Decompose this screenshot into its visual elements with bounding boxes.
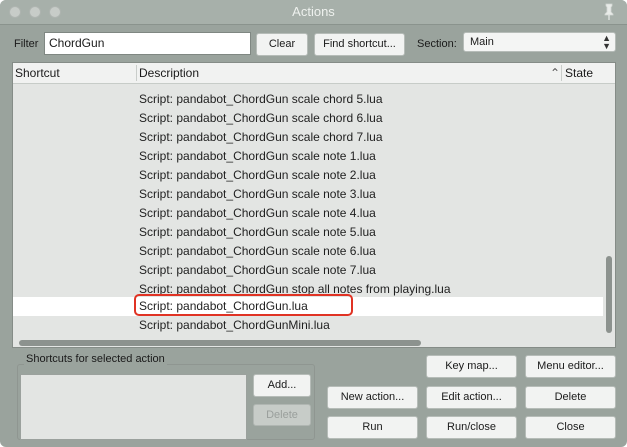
list-item-label: Script: pandabot_ChordGun scale chord 7.… — [139, 130, 383, 144]
list-item-label: Script: pandabot_ChordGun scale chord 5.… — [139, 92, 383, 106]
edit-action-button[interactable]: Edit action... — [426, 386, 517, 409]
section-label: Section: — [417, 38, 457, 50]
filter-input[interactable]: ChordGun — [44, 32, 251, 55]
sort-ascending-icon: ⌃ — [550, 66, 561, 80]
run-close-button[interactable]: Run/close — [426, 416, 517, 439]
chevron-updown-icon: ▲ ▼ — [602, 33, 611, 51]
list-item[interactable]: Script: pandabot_ChordGun scale chord 7.… — [13, 128, 603, 147]
menu-editor-button[interactable]: Menu editor... — [525, 355, 616, 378]
list-item-label: Script: pandabot_ChordGun scale note 7.l… — [139, 263, 376, 277]
section-select-value: Main — [470, 36, 494, 48]
list-item[interactable]: Script: pandabot_ChordGun scale note 2.l… — [13, 166, 603, 185]
add-shortcut-button[interactable]: Add... — [253, 374, 311, 397]
vertical-scrollbar[interactable] — [606, 256, 612, 333]
list-item-label: Script: pandabot_ChordGun scale note 3.l… — [139, 187, 376, 201]
titlebar: Actions — [0, 0, 627, 25]
list-header: Shortcut Description ⌃ State — [13, 63, 615, 84]
delete-action-button[interactable]: Delete — [525, 386, 616, 409]
shortcut-list[interactable] — [20, 374, 247, 440]
run-button[interactable]: Run — [327, 416, 418, 439]
list-item[interactable]: Script: pandabot_ChordGun scale chord 6.… — [13, 109, 603, 128]
list-item-label: Script: pandabot_ChordGun scale note 5.l… — [139, 225, 376, 239]
list-item[interactable]: Script: pandabot_ChordGunMini.lua — [13, 316, 603, 335]
list-item[interactable]: Script: pandabot_ChordGun scale note 6.l… — [13, 242, 603, 261]
column-shortcut[interactable]: Shortcut — [15, 66, 60, 80]
key-map-button[interactable]: Key map... — [426, 355, 517, 378]
column-divider[interactable] — [136, 65, 137, 81]
list-item-label: Script: pandabot_ChordGunMini.lua — [139, 318, 330, 332]
new-action-button[interactable]: New action... — [327, 386, 418, 409]
actions-window: Actions Filter ChordGun Clear Find short… — [0, 0, 627, 447]
delete-shortcut-button[interactable]: Delete — [253, 404, 311, 426]
list-item-label: Script: pandabot_ChordGun scale chord 6.… — [139, 111, 383, 125]
filter-label: Filter — [14, 38, 39, 50]
column-description[interactable]: Description — [139, 66, 199, 80]
shortcuts-group-title: Shortcuts for selected action — [24, 353, 167, 365]
selection-highlight-annotation — [134, 294, 353, 316]
list-item[interactable]: Script: pandabot_ChordGun scale note 1.l… — [13, 147, 603, 166]
find-shortcut-button[interactable]: Find shortcut... — [314, 33, 405, 56]
column-state[interactable]: State — [565, 66, 593, 80]
list-item-label: Script: pandabot_ChordGun scale note 2.l… — [139, 168, 376, 182]
list-item-label: Script: pandabot_ChordGun scale note 6.l… — [139, 244, 376, 258]
section-select[interactable]: Main ▲ ▼ — [463, 32, 616, 52]
list-item-label: Script: pandabot_ChordGun scale note 1.l… — [139, 149, 376, 163]
window-title: Actions — [292, 4, 335, 19]
horizontal-scrollbar[interactable] — [19, 340, 421, 346]
column-divider[interactable] — [561, 65, 562, 81]
list-item[interactable]: Script: pandabot_ChordGun scale note 3.l… — [13, 185, 603, 204]
pin-icon[interactable] — [601, 3, 617, 21]
list-item[interactable]: Script: pandabot_ChordGun scale note 5.l… — [13, 223, 603, 242]
list-item-label: Script: pandabot_ChordGun scale note 4.l… — [139, 206, 376, 220]
clear-button[interactable]: Clear — [256, 33, 308, 56]
list-item[interactable]: Script: pandabot_ChordGun scale chord 5.… — [13, 90, 603, 109]
list-item[interactable]: Script: pandabot_ChordGun scale note 7.l… — [13, 261, 603, 280]
list-item[interactable]: Script: pandabot_ChordGun scale note 4.l… — [13, 204, 603, 223]
close-button[interactable]: Close — [525, 416, 616, 439]
